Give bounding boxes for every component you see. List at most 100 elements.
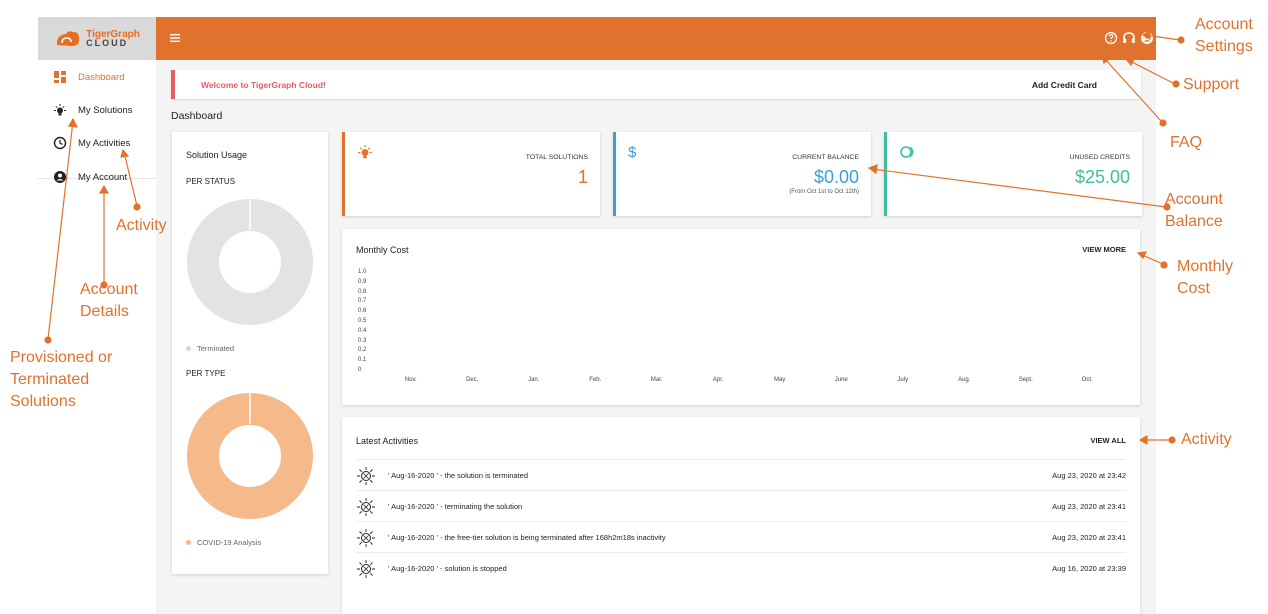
- activity-row[interactable]: ' Aug-16-2020 ' - the free-tier solution…: [356, 521, 1126, 552]
- account-circle-icon[interactable]: [1139, 30, 1155, 46]
- annotation-activity-left: Activity: [116, 217, 167, 234]
- sidebar-item-label: Dashboard: [78, 71, 125, 83]
- annotation-account-details: Account Details: [80, 281, 138, 320]
- x-tick-label: Apr.: [712, 377, 724, 383]
- y-tick-label: 0: [358, 367, 362, 373]
- solution-status-icon: [356, 497, 376, 517]
- y-tick-label: 1.0: [358, 269, 367, 275]
- dashboard-icon: [52, 69, 68, 85]
- sidebar-item-my-solutions[interactable]: My Solutions: [38, 96, 156, 124]
- x-tick-label: Aug.: [958, 377, 971, 383]
- legend-dot: [186, 346, 191, 351]
- sidebar-item-my-activities[interactable]: My Activities: [38, 129, 156, 157]
- help-icon[interactable]: [1103, 30, 1119, 46]
- sidebar-item-label: My Activities: [78, 137, 131, 149]
- brand-wordmark: TigerGraph CLOUD: [86, 29, 140, 48]
- brand-logo[interactable]: TigerGraph CLOUD: [38, 17, 156, 60]
- activity-text: ' Aug-16-2020 ' - the solution is termin…: [388, 471, 529, 480]
- annotation-activity-right: Activity: [1181, 431, 1232, 448]
- menu-icon[interactable]: [168, 31, 182, 45]
- y-tick-label: 0.6: [358, 308, 367, 315]
- solution-status-icon: [356, 466, 376, 486]
- activity-row[interactable]: ' Aug-16-2020 ' - terminating the soluti…: [356, 490, 1126, 521]
- unused-credits-value: $25.00: [1074, 167, 1130, 187]
- headset-icon[interactable]: [1121, 30, 1137, 46]
- annotation-account-settings: Account Settings: [1195, 16, 1253, 55]
- per-status-label: PER STATUS: [186, 177, 236, 186]
- total-solutions-label: TOTAL SOLUTIONS: [525, 154, 588, 161]
- dollar-icon: $: [628, 144, 637, 161]
- solution-status-icon: [356, 559, 376, 579]
- unused-credits-label: UNUSED CREDITS: [1069, 154, 1130, 161]
- status-legend-label: Terminated: [197, 344, 235, 353]
- clock-icon: [52, 135, 68, 151]
- add-credit-card-button[interactable]: Add Credit Card: [1032, 80, 1097, 90]
- welcome-text: Welcome to TigerGraph Cloud!: [201, 80, 326, 90]
- solution-usage-card: Solution Usage PER STATUS Terminated PER…: [172, 132, 328, 574]
- latest-activities-card: Latest Activities VIEW ALL ' Aug-16-2020…: [342, 417, 1140, 614]
- activity-text: ' Aug-16-2020 ' - terminating the soluti…: [388, 502, 523, 511]
- annotation-support: Support: [1183, 76, 1240, 93]
- per-type-label: PER TYPE: [186, 369, 226, 378]
- activity-text: ' Aug-16-2020 ' - the free-tier solution…: [388, 533, 666, 542]
- total-solutions-value: 1: [577, 167, 588, 187]
- sidebar-item-label: My Account: [78, 171, 128, 183]
- tiger-logo-icon: [57, 30, 80, 46]
- unused-credits-card[interactable]: UNUSED CREDITS $25.00: [884, 132, 1142, 216]
- y-tick-label: 0.9: [358, 278, 367, 285]
- status-legend: Terminated: [186, 344, 234, 353]
- annotation-monthly-cost: Monthly Cost: [1177, 258, 1234, 297]
- annotation-solutions: Provisioned or Terminated Solutions: [10, 349, 113, 410]
- activity-row[interactable]: ' Aug-16-2020 ' - solution is stopped Aug…: [356, 552, 1126, 583]
- status-donut-chart[interactable]: [186, 198, 314, 326]
- solution-icon: [52, 102, 68, 118]
- x-tick-label: Nov.: [404, 377, 417, 383]
- brand-name-bottom: CLOUD: [86, 37, 129, 48]
- y-tick-label: 0.4: [358, 327, 367, 334]
- account-circle-icon: [52, 169, 68, 185]
- legend-dot: [186, 540, 191, 545]
- x-tick-label: Mar.: [650, 377, 663, 383]
- sidebar-item-my-account[interactable]: My Account: [38, 163, 156, 191]
- monthly-cost-title: Monthly Cost: [356, 245, 409, 255]
- x-tick-label: June: [834, 377, 848, 383]
- coins-icon: [899, 144, 917, 162]
- current-balance-card[interactable]: $ CURRENT BALANCE $0.00 (From Oct 1st to…: [613, 132, 871, 216]
- solution-icon: [357, 144, 375, 162]
- total-solutions-card[interactable]: TOTAL SOLUTIONS 1: [342, 132, 600, 216]
- type-legend-label: COVID-19 Analysis: [197, 538, 262, 547]
- y-tick-label: 0.5: [358, 318, 367, 324]
- type-donut-chart[interactable]: [186, 392, 314, 520]
- annotation-account-balance: Account Balance: [1165, 191, 1223, 230]
- current-balance-period: (From Oct 1st to Oct 12th): [789, 189, 859, 195]
- latest-activities-title: Latest Activities: [356, 436, 419, 446]
- activity-time: Aug 23, 2020 at 23:41: [1052, 502, 1126, 511]
- view-all-button[interactable]: VIEW ALL: [1090, 436, 1126, 445]
- annotation-faq: FAQ: [1170, 134, 1203, 151]
- monthly-cost-card: Monthly Cost VIEW MORE 1.0 0.9 0.8 0.7 0.6 0.…: [342, 229, 1140, 405]
- activity-time: Aug 23, 2020 at 23:41: [1052, 533, 1126, 542]
- x-tick-label: Oct.: [1081, 377, 1093, 383]
- usage-title: Solution Usage: [186, 150, 248, 160]
- x-tick-label: Sept.: [1018, 377, 1033, 383]
- x-tick-label: July: [897, 377, 909, 383]
- view-more-button[interactable]: VIEW MORE: [1082, 245, 1126, 254]
- x-tick-label: Dec.: [466, 377, 479, 383]
- sidebar-item-label: My Solutions: [78, 104, 133, 116]
- current-balance-label: CURRENT BALANCE: [792, 154, 859, 161]
- tigergraph-cloud-app: TigerGraph CLOUD Dashboard My Solutions …: [38, 17, 1156, 614]
- x-tick-label: Jan.: [528, 377, 540, 383]
- page-title: Dashboard: [171, 110, 223, 122]
- activity-row[interactable]: ' Aug-16-2020 ' - the solution is termin…: [356, 459, 1126, 490]
- solution-status-icon: [356, 528, 376, 548]
- top-bar: [156, 17, 1156, 60]
- main-content: Welcome to TigerGraph Cloud! Add Credit …: [156, 60, 1156, 614]
- activity-time: Aug 16, 2020 at 23:39: [1052, 564, 1126, 573]
- sidebar-item-dashboard[interactable]: Dashboard: [38, 63, 156, 91]
- x-tick-label: May: [774, 377, 786, 383]
- y-tick-label: 0.7: [358, 298, 367, 305]
- activity-time: Aug 23, 2020 at 23:42: [1052, 471, 1126, 480]
- y-tick-label: 0.2: [358, 347, 367, 354]
- current-balance-value: $0.00: [813, 167, 859, 187]
- welcome-banner: Welcome to TigerGraph Cloud! Add Credit …: [171, 70, 1141, 99]
